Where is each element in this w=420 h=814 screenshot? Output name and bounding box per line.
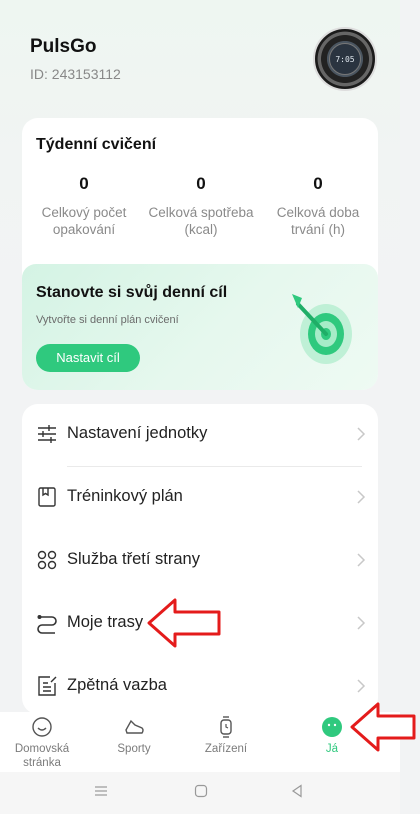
menu-lines-icon[interactable] bbox=[94, 784, 108, 798]
nav-item-sports[interactable]: Sporty bbox=[94, 716, 174, 756]
menu-item-unit-settings[interactable]: Nastavení jednotky bbox=[22, 404, 378, 466]
app-screen: PulsGo ID: 243153112 7:05 Týdenní cvičen… bbox=[0, 0, 400, 814]
bottom-navigation: Domovská stránka Sporty Zařízení Já bbox=[0, 712, 400, 772]
stat-value: 0 bbox=[313, 174, 323, 193]
user-id: ID: 243153112 bbox=[30, 66, 121, 82]
nav-item-home[interactable]: Domovská stránka bbox=[2, 716, 82, 770]
goal-title: Stanovte si svůj denní cíl bbox=[36, 284, 228, 301]
menu-item-label: Tréninkový plán bbox=[67, 487, 183, 505]
nav-label: Sporty bbox=[117, 743, 151, 755]
daily-goal-banner: Stanovte si svůj denní cíl Vytvořte si d… bbox=[22, 264, 378, 390]
nav-label: Zařízení bbox=[204, 743, 248, 755]
shoe-icon bbox=[125, 719, 144, 734]
menu-item-label: Nastavení jednotky bbox=[67, 424, 208, 442]
nav-label: Domovská stránka bbox=[14, 743, 70, 769]
stat-total-duration: 0 Celková doba trvání (h) bbox=[260, 174, 376, 238]
home-square-icon[interactable] bbox=[194, 784, 208, 798]
menu-item-third-party[interactable]: Služba třetí strany bbox=[22, 530, 378, 592]
third-party-icon bbox=[37, 550, 57, 570]
stat-label: Celková doba bbox=[276, 205, 360, 220]
chevron-right-icon bbox=[357, 616, 366, 630]
settings-menu: Nastavení jednotky Tréninkový plán Služb… bbox=[22, 404, 378, 714]
menu-item-label: Moje trasy bbox=[67, 613, 144, 631]
app-name: PulsGo bbox=[30, 36, 97, 57]
menu-item-label: Zpětná vazba bbox=[67, 676, 167, 694]
training-plan-icon bbox=[38, 487, 56, 507]
annotation-arrow-me bbox=[350, 702, 416, 752]
back-triangle-icon[interactable] bbox=[290, 784, 304, 798]
menu-item-training-plan[interactable]: Tréninkový plán bbox=[22, 467, 378, 529]
stat-label: Celkový počet bbox=[41, 205, 127, 220]
stat-label: opakování bbox=[52, 222, 116, 237]
target-icon bbox=[292, 294, 352, 364]
chevron-right-icon bbox=[357, 679, 366, 693]
feedback-icon bbox=[38, 676, 57, 696]
annotation-arrow-routes bbox=[147, 598, 221, 648]
nav-item-device[interactable]: Zařízení bbox=[186, 716, 266, 756]
stat-label: (kcal) bbox=[184, 222, 218, 237]
chevron-right-icon bbox=[357, 427, 366, 441]
chevron-right-icon bbox=[357, 490, 366, 504]
profile-face-icon bbox=[322, 717, 342, 737]
chevron-right-icon bbox=[357, 553, 366, 567]
home-icon bbox=[32, 717, 52, 737]
stat-label: Celková spotřeba bbox=[148, 205, 254, 220]
weekly-exercise-card: Týdenní cvičení 0 Celkový počet opakován… bbox=[22, 118, 378, 390]
set-goal-button[interactable]: Nastavit cíl bbox=[36, 344, 140, 372]
stat-total-reps: 0 Celkový počet opakování bbox=[26, 174, 142, 238]
stat-value: 0 bbox=[79, 174, 89, 193]
system-navigation-bar bbox=[0, 772, 400, 814]
stat-value: 0 bbox=[196, 174, 206, 193]
routes-icon bbox=[37, 615, 57, 634]
avatar[interactable]: 7:05 bbox=[313, 27, 377, 91]
stat-label: trvání (h) bbox=[290, 222, 345, 237]
stat-total-kcal: 0 Celková spotřeba (kcal) bbox=[143, 174, 259, 238]
menu-item-feedback[interactable]: Zpětná vazba bbox=[22, 656, 378, 714]
unit-settings-icon bbox=[38, 425, 56, 443]
avatar-watch-face: 7:05 bbox=[329, 43, 361, 75]
watch-icon bbox=[220, 716, 232, 738]
weekly-title: Týdenní cvičení bbox=[36, 136, 157, 153]
menu-item-label: Služba třetí strany bbox=[67, 550, 200, 568]
goal-subtitle: Vytvořte si denní plán cvičení bbox=[36, 314, 179, 326]
